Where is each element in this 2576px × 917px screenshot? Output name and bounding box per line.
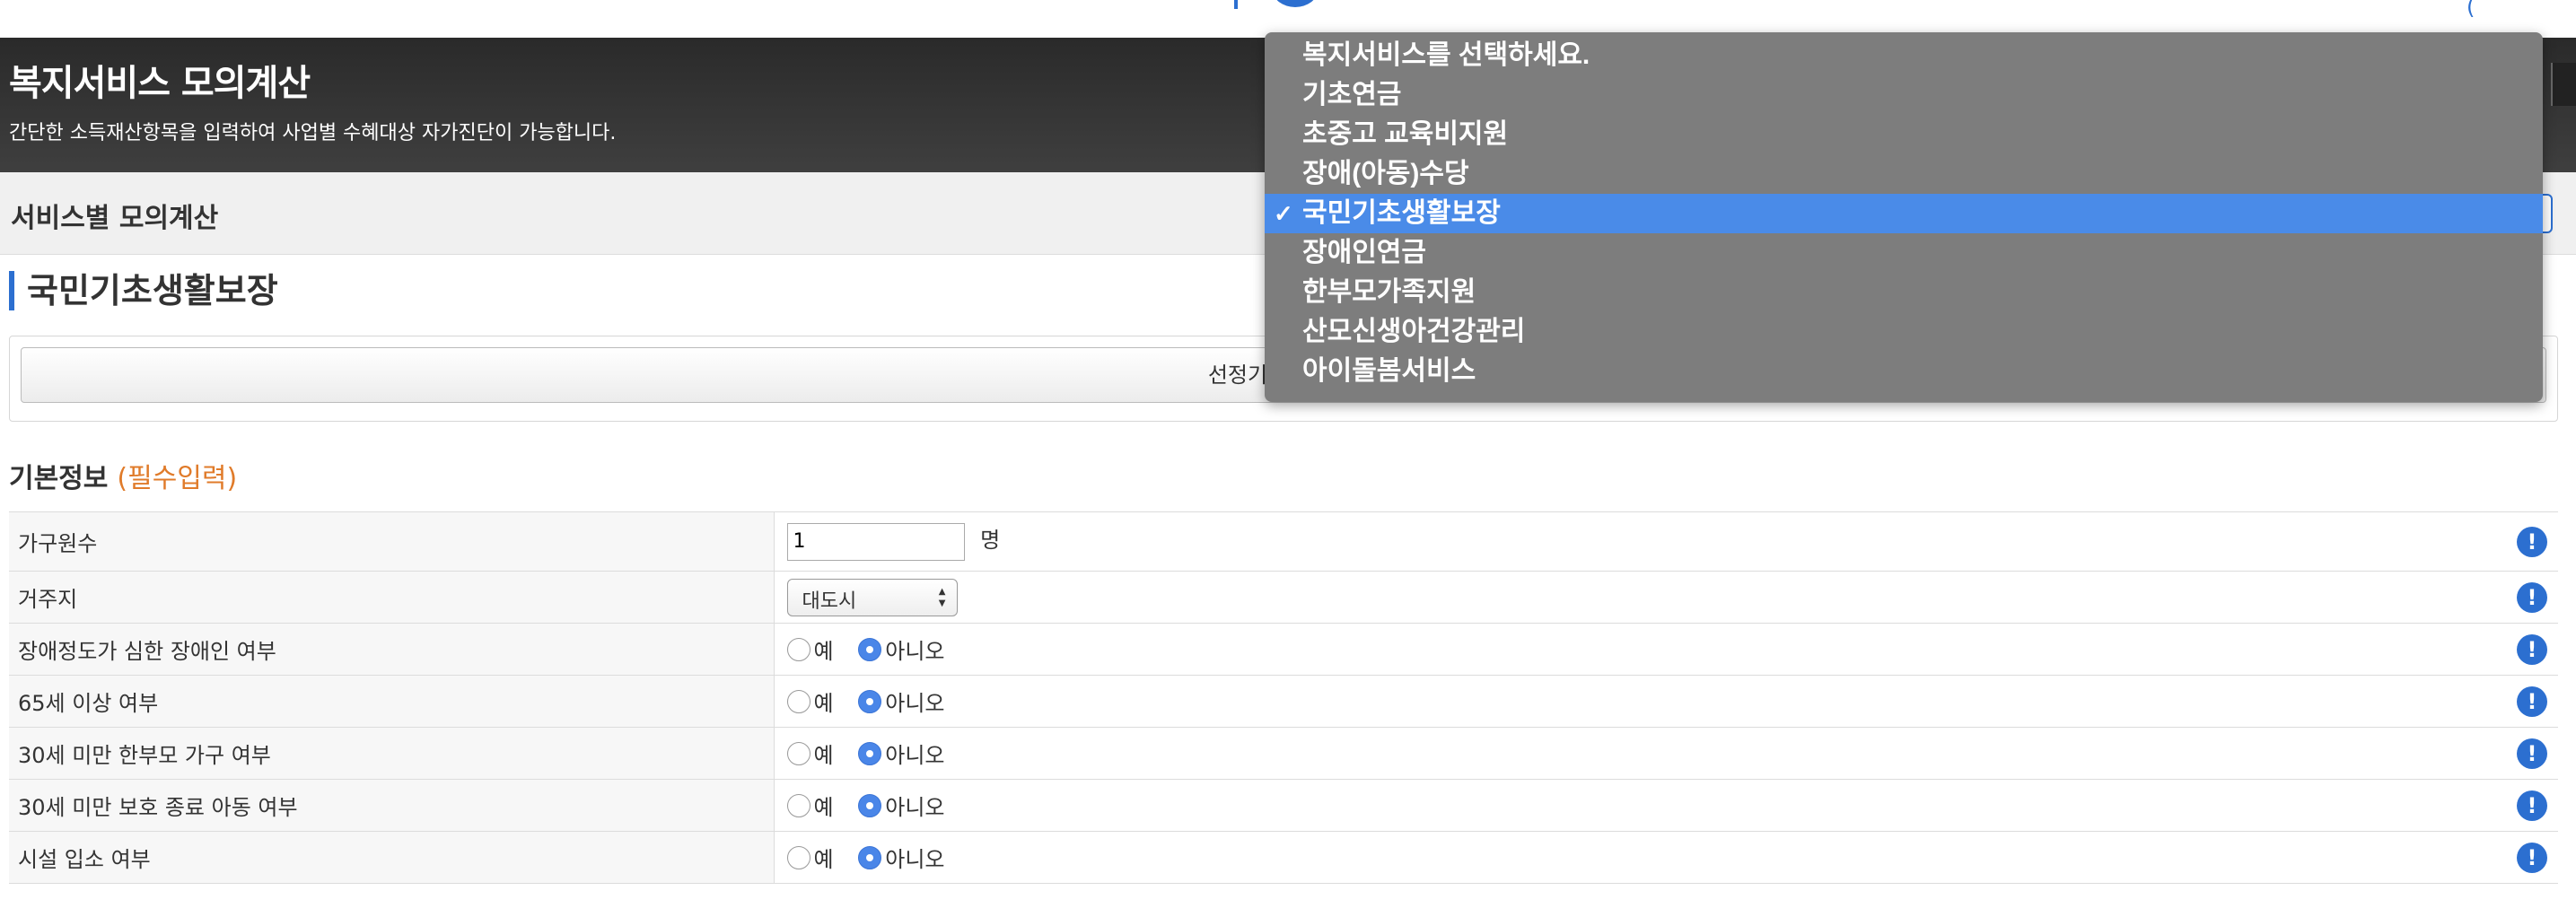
form-row-radio: 65세 이상 여부 예 아니오 !	[9, 675, 2558, 728]
household-input[interactable]	[786, 522, 965, 561]
radio-row-label: 30세 미만 한부모 가구 여부	[9, 727, 775, 780]
form-row-radio: 시설 입소 여부 예 아니오 !	[9, 831, 2558, 884]
no-label: 아니오	[885, 847, 945, 872]
dropdown-option[interactable]: 장애인연금	[1265, 233, 2543, 273]
dropdown-option[interactable]: 산모신생아건강관리	[1265, 312, 2543, 352]
dropdown-option[interactable]: 초중고 교육비지원	[1265, 115, 2543, 154]
no-radio[interactable]	[858, 741, 882, 765]
basic-info-title: 기본정보 (필수입력)	[9, 456, 237, 495]
no-radio[interactable]	[858, 637, 882, 661]
dropdown-option[interactable]: 기초연금	[1265, 75, 2543, 115]
dropdown-option[interactable]: 한부모가족지원	[1265, 273, 2543, 312]
dropdown-option-label: 국민기초생활보장	[1302, 198, 1501, 228]
residence-select[interactable]: 대도시 ▲ ▼	[786, 578, 958, 616]
household-unit: 명	[980, 528, 1001, 554]
radio-row-label: 시설 입소 여부	[9, 831, 775, 884]
header-close-button[interactable]	[2551, 63, 2576, 106]
residence-select-value: 대도시	[802, 590, 857, 613]
top-right-icon[interactable]: (	[2466, 0, 2475, 20]
basic-info-label: 기본정보	[9, 463, 109, 494]
dropdown-option[interactable]: 아이돌봄서비스	[1265, 352, 2543, 391]
info-icon[interactable]: !	[2517, 581, 2547, 613]
form-row-radio: 30세 미만 한부모 가구 여부 예 아니오 !	[9, 727, 2558, 780]
top-nav-fragment	[1234, 0, 1238, 9]
dropdown-option[interactable]: 복지서비스를 선택하세요.	[1265, 36, 2543, 75]
yes-label: 예	[813, 691, 834, 716]
no-radio[interactable]	[858, 793, 882, 817]
checkmark-icon: ✓	[1274, 200, 1293, 227]
yes-radio[interactable]	[786, 845, 810, 869]
select-arrows-icon: ▲ ▼	[938, 586, 946, 608]
info-icon[interactable]: !	[2517, 633, 2547, 665]
service-select-label: 서비스별 모의계산	[11, 203, 219, 234]
yes-radio[interactable]	[786, 689, 810, 713]
section-title: 국민기초생활보장	[9, 271, 278, 310]
info-icon[interactable]: !	[2517, 738, 2547, 769]
yes-radio[interactable]	[786, 741, 810, 765]
radio-row-label: 장애정도가 심한 장애인 여부	[9, 623, 775, 676]
no-label: 아니오	[885, 795, 945, 820]
info-icon[interactable]: !	[2517, 790, 2547, 821]
yes-radio[interactable]	[786, 637, 810, 661]
info-icon[interactable]: !	[2517, 842, 2547, 873]
no-label: 아니오	[885, 743, 945, 768]
radio-row-label: 30세 미만 보호 종료 아동 여부	[9, 779, 775, 832]
residence-label: 거주지	[9, 571, 775, 624]
radio-row-label: 65세 이상 여부	[9, 675, 775, 728]
service-dropdown-menu: 복지서비스를 선택하세요. 기초연금 초중고 교육비지원 장애(아동)수당 ✓ 국…	[1265, 32, 2543, 402]
info-icon[interactable]: !	[2517, 686, 2547, 717]
info-icon[interactable]: !	[2517, 526, 2547, 557]
no-radio[interactable]	[858, 845, 882, 869]
required-tag: (필수입력)	[117, 463, 238, 494]
yes-label: 예	[813, 847, 834, 872]
form-row-radio: 장애정도가 심한 장애인 여부 예 아니오 !	[9, 623, 2558, 676]
basic-info-form: 가구원수 명 ! 거주지 대도시 ▲ ▼ ! 장애정도가 심한 장애인 여부 예…	[9, 511, 2558, 884]
dropdown-option-selected[interactable]: ✓ 국민기초생활보장	[1265, 194, 2543, 233]
no-label: 아니오	[885, 691, 945, 716]
form-row-radio: 30세 미만 보호 종료 아동 여부 예 아니오 !	[9, 779, 2558, 832]
page-title: 복지서비스 모의계산	[9, 63, 311, 104]
yes-label: 예	[813, 639, 834, 664]
form-row-household: 가구원수 명 !	[9, 511, 2558, 572]
no-radio[interactable]	[858, 689, 882, 713]
page-subtitle: 간단한 소득재산항목을 입력하여 사업별 수혜대상 자가진단이 가능합니다.	[9, 122, 617, 144]
yes-radio[interactable]	[786, 793, 810, 817]
form-row-residence: 거주지 대도시 ▲ ▼ !	[9, 571, 2558, 624]
household-label: 가구원수	[9, 511, 775, 572]
no-label: 아니오	[885, 639, 945, 664]
yes-label: 예	[813, 743, 834, 768]
yes-label: 예	[813, 795, 834, 820]
top-circle-icon[interactable]	[1273, 0, 1318, 7]
dropdown-option[interactable]: 장애(아동)수당	[1265, 154, 2543, 194]
